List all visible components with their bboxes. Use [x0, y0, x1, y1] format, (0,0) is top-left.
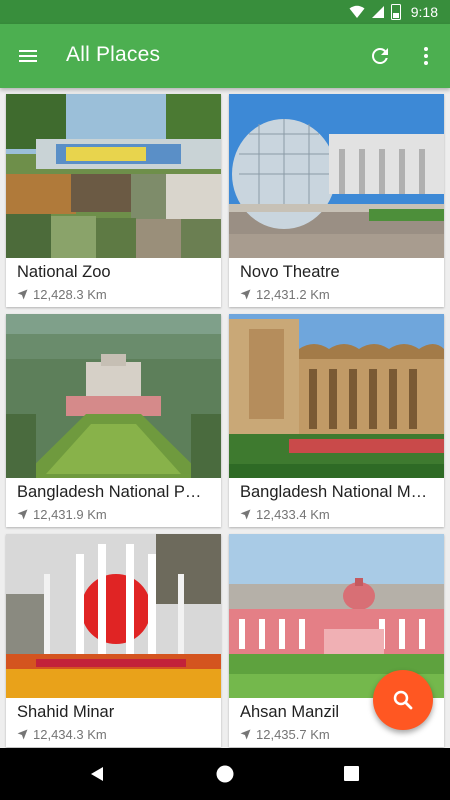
refresh-icon[interactable]	[368, 44, 392, 68]
navigation-arrow-icon	[240, 289, 251, 300]
place-name: Bangladesh National P…	[17, 483, 202, 501]
place-distance-row: 12,431.9 Km	[17, 507, 107, 522]
place-distance-row: 12,435.7 Km	[240, 727, 330, 742]
signal-icon	[371, 6, 384, 18]
app-bar: All Places	[0, 24, 450, 88]
wifi-icon	[349, 5, 365, 18]
places-grid: National Zoo 12,428.3 Km Novo Theatre 12…	[0, 88, 450, 748]
status-icons: 9:18	[349, 3, 438, 21]
place-name: Bangladesh National M…	[240, 483, 428, 501]
place-distance-row: 12,428.3 Km	[17, 287, 107, 302]
place-distance: 12,435.7 Km	[256, 727, 330, 742]
battery-icon	[390, 4, 401, 20]
place-card-shahid-minar[interactable]: Shahid Minar 12,434.3 Km	[6, 534, 221, 747]
place-card-national-zoo[interactable]: National Zoo 12,428.3 Km	[6, 94, 221, 307]
recents-icon[interactable]	[343, 765, 360, 782]
place-card-novo-theatre[interactable]: Novo Theatre 12,431.2 Km	[229, 94, 444, 307]
place-distance: 12,428.3 Km	[33, 287, 107, 302]
place-distance: 12,434.3 Km	[33, 727, 107, 742]
navigation-arrow-icon	[17, 289, 28, 300]
status-bar: 9:18	[0, 0, 450, 24]
place-image	[6, 534, 221, 698]
more-vert-icon[interactable]	[414, 44, 438, 68]
place-distance: 12,431.9 Km	[33, 507, 107, 522]
place-card-bangladesh-national-parliament[interactable]: Bangladesh National P… 12,431.9 Km	[6, 314, 221, 527]
back-icon[interactable]	[88, 765, 106, 783]
system-nav-bar	[0, 748, 450, 800]
status-time: 9:18	[410, 4, 438, 20]
place-distance-row: 12,434.3 Km	[17, 727, 107, 742]
search-fab-button[interactable]	[373, 670, 433, 730]
place-distance-row: 12,433.4 Km	[240, 507, 330, 522]
place-image	[6, 314, 221, 478]
place-name: Novo Theatre	[240, 263, 340, 281]
place-card-bangladesh-national-museum[interactable]: Bangladesh National M… 12,433.4 Km	[229, 314, 444, 527]
place-distance: 12,433.4 Km	[256, 507, 330, 522]
place-image	[6, 94, 221, 258]
menu-icon[interactable]	[16, 44, 40, 68]
navigation-arrow-icon	[240, 729, 251, 740]
page-title: All Places	[66, 43, 161, 66]
place-name: Shahid Minar	[17, 703, 115, 721]
search-icon	[393, 690, 413, 710]
place-image	[229, 314, 444, 478]
navigation-arrow-icon	[17, 729, 28, 740]
place-image	[229, 94, 444, 258]
place-distance-row: 12,431.2 Km	[240, 287, 330, 302]
navigation-arrow-icon	[17, 509, 28, 520]
navigation-arrow-icon	[240, 509, 251, 520]
place-name: National Zoo	[17, 263, 111, 281]
home-icon[interactable]	[215, 764, 235, 784]
place-distance: 12,431.2 Km	[256, 287, 330, 302]
